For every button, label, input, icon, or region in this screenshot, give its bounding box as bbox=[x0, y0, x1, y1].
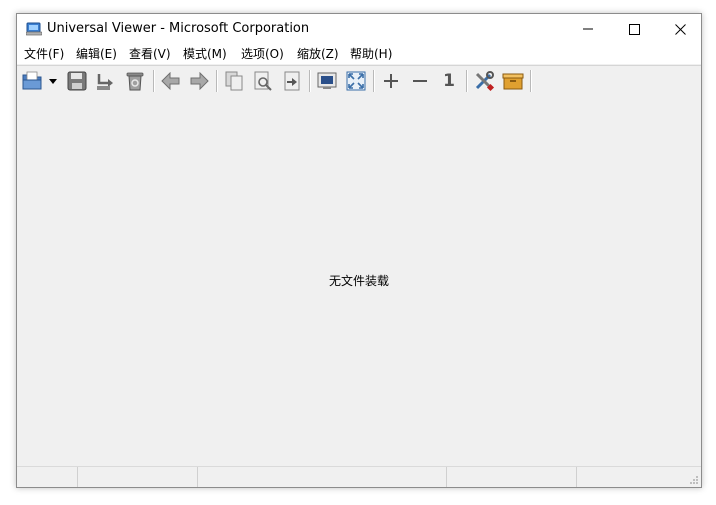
forward-icon bbox=[190, 72, 209, 90]
menu-options[interactable]: 选项(O) bbox=[241, 46, 284, 62]
toolbar-separator bbox=[530, 70, 531, 92]
back-icon bbox=[161, 72, 180, 90]
reload-button[interactable] bbox=[93, 69, 117, 93]
find-button[interactable] bbox=[251, 69, 275, 93]
minimize-icon bbox=[583, 28, 593, 30]
goto-button[interactable] bbox=[280, 69, 304, 93]
open-button[interactable] bbox=[21, 69, 45, 93]
zoom-out-button[interactable] bbox=[408, 69, 432, 93]
plugin-box-icon bbox=[502, 73, 524, 90]
resize-grip-icon[interactable] bbox=[689, 475, 699, 485]
zoom-out-icon bbox=[413, 80, 427, 82]
open-folder-icon bbox=[22, 71, 42, 90]
status-pane bbox=[17, 467, 78, 487]
toolbar-separator bbox=[373, 70, 374, 92]
copy-icon bbox=[225, 71, 243, 91]
find-icon bbox=[254, 71, 272, 91]
copy-button[interactable] bbox=[222, 69, 246, 93]
original-size-icon: 1 bbox=[443, 71, 455, 91]
menu-help[interactable]: 帮助(H) bbox=[350, 46, 392, 62]
window-title: Universal Viewer - Microsoft Corporation bbox=[47, 21, 310, 36]
fullscreen-icon bbox=[346, 71, 366, 91]
forward-button[interactable] bbox=[187, 69, 211, 93]
menu-edit[interactable]: 编辑(E) bbox=[76, 46, 117, 62]
close-button[interactable] bbox=[657, 14, 703, 44]
status-bar bbox=[17, 466, 701, 487]
settings-tools-icon bbox=[475, 71, 495, 92]
menu-file[interactable]: 文件(F) bbox=[24, 46, 64, 62]
menu-view[interactable]: 查看(V) bbox=[129, 46, 171, 62]
menu-zoom[interactable]: 缩放(Z) bbox=[297, 46, 339, 62]
toolbar: 1 bbox=[17, 65, 701, 99]
fit-window-button[interactable] bbox=[315, 69, 339, 93]
app-icon bbox=[26, 22, 42, 36]
toolbar-separator bbox=[216, 70, 217, 92]
minimize-button[interactable] bbox=[565, 14, 611, 44]
open-dropdown-button[interactable] bbox=[47, 69, 59, 93]
fit-window-icon bbox=[317, 72, 337, 89]
goto-icon bbox=[284, 71, 300, 91]
dropdown-arrow-icon bbox=[49, 78, 57, 84]
settings-button[interactable] bbox=[472, 69, 496, 93]
save-icon bbox=[67, 71, 87, 91]
menu-bar: 文件(F) 编辑(E) 查看(V) 模式(M) 选项(O) 缩放(Z) 帮助(H… bbox=[17, 44, 701, 64]
viewer-area[interactable]: 无文件装载 bbox=[17, 98, 701, 467]
zoom-in-button[interactable] bbox=[379, 69, 403, 93]
plugins-button[interactable] bbox=[501, 69, 525, 93]
close-icon bbox=[674, 23, 686, 35]
menu-mode[interactable]: 模式(M) bbox=[183, 46, 227, 62]
maximize-icon bbox=[628, 23, 640, 35]
toolbar-separator bbox=[153, 70, 154, 92]
app-window: Universal Viewer - Microsoft Corporation… bbox=[16, 13, 702, 488]
delete-button[interactable] bbox=[123, 69, 147, 93]
title-bar[interactable]: Universal Viewer - Microsoft Corporation bbox=[17, 14, 701, 44]
original-size-button[interactable]: 1 bbox=[437, 69, 461, 93]
fullscreen-button[interactable] bbox=[344, 69, 368, 93]
status-pane bbox=[77, 467, 198, 487]
toolbar-separator bbox=[466, 70, 467, 92]
back-button[interactable] bbox=[159, 69, 183, 93]
empty-message: 无文件装载 bbox=[328, 274, 389, 288]
toolbar-separator bbox=[309, 70, 310, 92]
reload-icon bbox=[97, 74, 113, 90]
delete-icon bbox=[126, 72, 144, 91]
maximize-button[interactable] bbox=[611, 14, 657, 44]
zoom-in-icon bbox=[384, 74, 398, 88]
save-button[interactable] bbox=[65, 69, 89, 93]
status-pane bbox=[197, 467, 447, 487]
status-pane bbox=[446, 467, 577, 487]
